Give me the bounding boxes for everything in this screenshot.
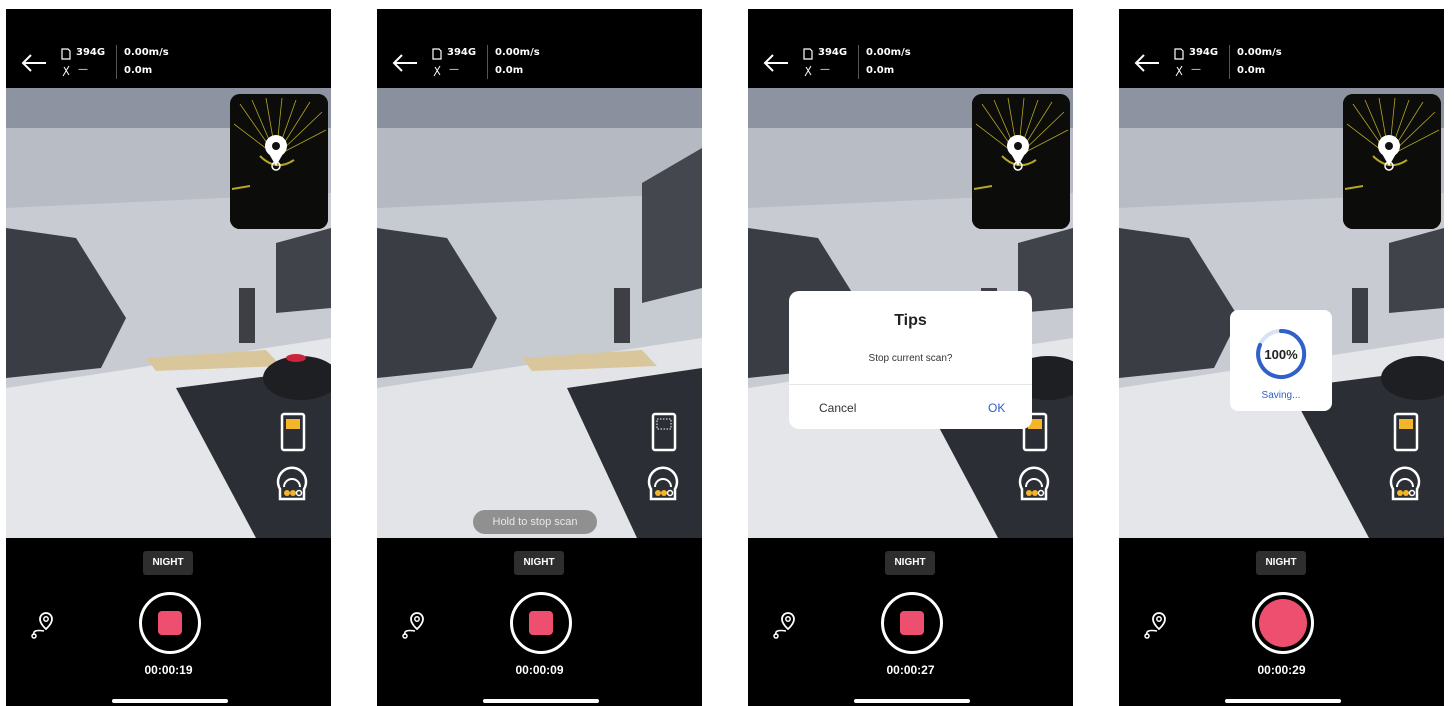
scanner-device-icon[interactable] xyxy=(1016,459,1052,503)
point-cloud-minimap[interactable] xyxy=(230,94,328,229)
record-dot-icon xyxy=(1259,599,1307,647)
point-cloud-minimap[interactable] xyxy=(972,94,1070,229)
storage-value: 394G xyxy=(1189,47,1219,58)
status-divider xyxy=(858,45,859,79)
sd-card-icon xyxy=(803,48,813,60)
dialog-divider xyxy=(789,384,1032,385)
route-icon[interactable] xyxy=(770,609,800,639)
gps-value: — xyxy=(449,64,459,75)
progress-percent: 100% xyxy=(1264,347,1298,362)
cancel-button[interactable]: Cancel xyxy=(819,401,856,415)
storage-value: 394G xyxy=(76,47,106,58)
dialog-title: Tips xyxy=(894,312,927,329)
sd-card-icon xyxy=(61,48,71,60)
gps-icon xyxy=(804,65,812,77)
point-cloud-minimap[interactable] xyxy=(1343,94,1441,229)
stop-record-button[interactable] xyxy=(881,592,943,654)
battery-icon[interactable] xyxy=(279,412,307,452)
route-icon[interactable] xyxy=(28,609,58,639)
gps-icon xyxy=(62,65,70,77)
saving-progress-dialog: 100% Saving... xyxy=(1230,310,1332,411)
gps-value: — xyxy=(1191,64,1201,75)
night-mode-button[interactable]: NIGHT xyxy=(1256,551,1306,575)
status-divider xyxy=(116,45,117,79)
empty-battery-icon[interactable] xyxy=(650,412,678,452)
dialog-message: Stop current scan? xyxy=(868,353,953,364)
scanner-device-icon[interactable] xyxy=(1387,459,1423,503)
record-timer: 00:00:27 xyxy=(886,663,935,677)
status-bar: 394G — 0.00m/s 0.0m xyxy=(6,9,331,88)
night-mode-button[interactable]: NIGHT xyxy=(514,551,564,575)
speed-value: 0.00m/s xyxy=(124,47,169,58)
status-bar: 394G — 0.00m/s 0.0m xyxy=(748,9,1073,88)
phone-screen-2: 394G — 0.00m/s 0.0m Hold to stop scan NI… xyxy=(377,9,702,706)
sd-card-icon xyxy=(432,48,442,60)
sd-card-icon xyxy=(1174,48,1184,60)
status-divider xyxy=(487,45,488,79)
stop-record-button[interactable] xyxy=(510,592,572,654)
distance-value: 0.0m xyxy=(495,65,524,76)
back-arrow-icon[interactable] xyxy=(20,53,48,73)
home-indicator xyxy=(1225,699,1341,703)
back-arrow-icon[interactable] xyxy=(1133,53,1161,73)
record-timer: 00:00:29 xyxy=(1257,663,1306,677)
status-divider xyxy=(1229,45,1230,79)
speed-value: 0.00m/s xyxy=(495,47,540,58)
night-mode-button[interactable]: NIGHT xyxy=(885,551,935,575)
home-indicator xyxy=(483,699,599,703)
stop-icon xyxy=(158,611,182,635)
route-icon[interactable] xyxy=(1141,609,1171,639)
home-indicator xyxy=(854,699,970,703)
record-timer: 00:00:09 xyxy=(515,663,564,677)
speed-value: 0.00m/s xyxy=(866,47,911,58)
status-bar: 394G — 0.00m/s 0.0m xyxy=(377,9,702,88)
distance-value: 0.0m xyxy=(1237,65,1266,76)
scanner-device-icon[interactable] xyxy=(645,459,681,503)
gps-value: — xyxy=(820,64,830,75)
scanner-device-icon[interactable] xyxy=(274,459,310,503)
gps-icon xyxy=(1175,65,1183,77)
phone-screen-4: 394G — 0.00m/s 0.0m 100% Saving... NIGHT… xyxy=(1119,9,1444,706)
stop-record-button[interactable] xyxy=(139,592,201,654)
distance-value: 0.0m xyxy=(866,65,895,76)
stop-scan-dialog: Tips Stop current scan? Cancel OK xyxy=(789,291,1032,429)
stop-icon xyxy=(900,611,924,635)
phone-screen-3: 394G — 0.00m/s 0.0m Tips Stop current sc… xyxy=(748,9,1073,706)
status-bar: 394G — 0.00m/s 0.0m xyxy=(1119,9,1444,88)
back-arrow-icon[interactable] xyxy=(391,53,419,73)
battery-icon[interactable] xyxy=(1392,412,1420,452)
night-mode-button[interactable]: NIGHT xyxy=(143,551,193,575)
back-arrow-icon[interactable] xyxy=(762,53,790,73)
speed-value: 0.00m/s xyxy=(1237,47,1282,58)
record-timer: 00:00:19 xyxy=(144,663,193,677)
gps-value: — xyxy=(78,64,88,75)
home-indicator xyxy=(112,699,228,703)
storage-value: 394G xyxy=(818,47,848,58)
record-button-saving[interactable] xyxy=(1252,592,1314,654)
gps-icon xyxy=(433,65,441,77)
phone-screen-1: 394G — 0.00m/s 0.0m NIGHT 00:00:19 xyxy=(6,9,331,706)
stop-icon xyxy=(529,611,553,635)
ok-button[interactable]: OK xyxy=(988,401,1005,415)
hold-to-stop-toast: Hold to stop scan xyxy=(473,510,597,534)
saving-label: Saving... xyxy=(1261,390,1301,401)
route-icon[interactable] xyxy=(399,609,429,639)
distance-value: 0.0m xyxy=(124,65,153,76)
storage-value: 394G xyxy=(447,47,477,58)
